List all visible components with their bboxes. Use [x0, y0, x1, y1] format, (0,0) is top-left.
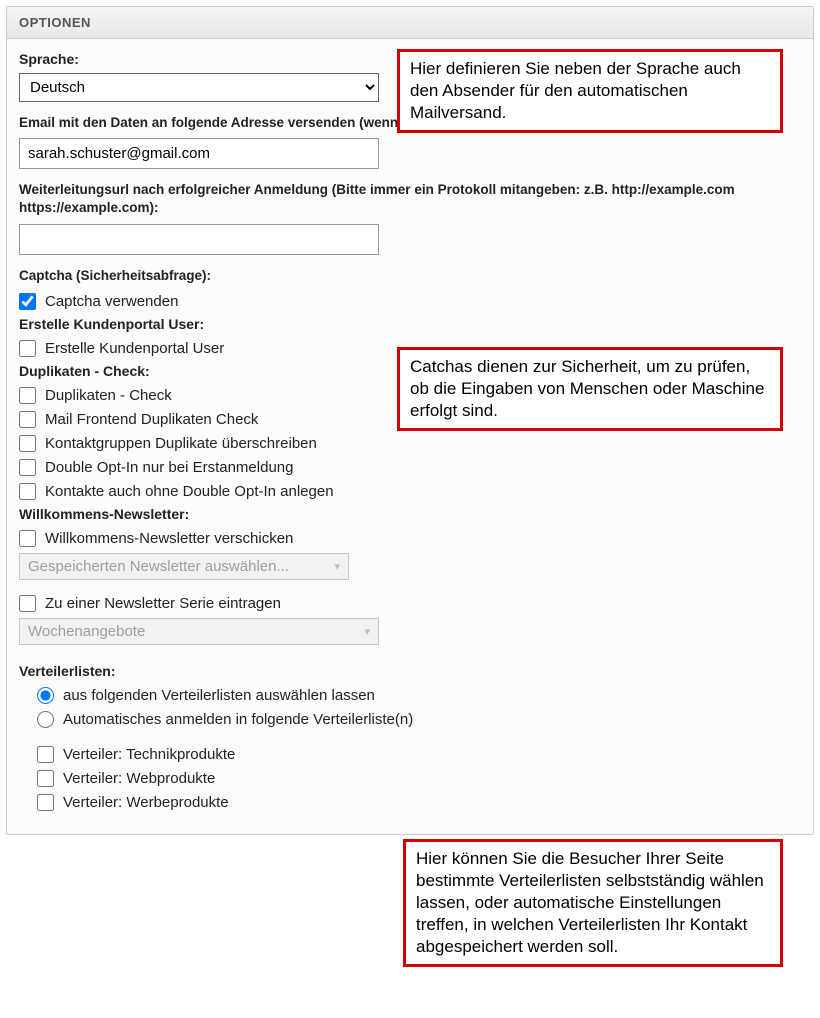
email-forward-input[interactable]: [19, 138, 379, 169]
dup-check-2-label: Kontaktgruppen Duplikate überschreiben: [45, 435, 317, 452]
newsletter-series-label: Zu einer Newsletter Serie eintragen: [45, 595, 281, 612]
redirect-url-input[interactable]: [19, 224, 379, 255]
redirect-url-label: Weiterleitungsurl nach erfolgreicher Anm…: [19, 181, 801, 217]
captcha-heading: Captcha (Sicherheitsabfrage):: [19, 267, 801, 285]
dist-lists-heading: Verteilerlisten:: [19, 663, 801, 679]
panel-title: OPTIONEN: [7, 7, 813, 39]
captcha-use-checkbox[interactable]: [19, 293, 36, 310]
saved-newsletter-select[interactable]: Gespeicherten Newsletter auswählen... ▾: [19, 553, 349, 580]
dist-mode-choose-radio[interactable]: [37, 687, 54, 704]
dup-check-4-label: Kontakte auch ohne Double Opt-In anlegen: [45, 483, 334, 500]
dist-list-2-checkbox[interactable]: [37, 794, 54, 811]
dup-check-0-checkbox[interactable]: [19, 387, 36, 404]
dist-mode-auto-radio[interactable]: [37, 711, 54, 728]
newsletter-series-checkbox[interactable]: [19, 595, 36, 612]
chevron-down-icon: ▾: [364, 625, 370, 638]
dup-check-4-checkbox[interactable]: [19, 483, 36, 500]
callout-captcha: Catchas dienen zur Sicherheit, um zu prü…: [397, 347, 783, 431]
language-select[interactable]: Deutsch: [19, 73, 379, 102]
newsletter-series-select[interactable]: Wochenangebote ▾: [19, 618, 379, 645]
welcome-newsletter-heading: Willkommens-Newsletter:: [19, 506, 801, 522]
dup-check-2-checkbox[interactable]: [19, 435, 36, 452]
panel-body: Hier definieren Sie neben der Sprache au…: [7, 39, 813, 834]
dup-check-3-checkbox[interactable]: [19, 459, 36, 476]
portal-user-create-checkbox[interactable]: [19, 340, 36, 357]
dist-list-1-label: Verteiler: Webprodukte: [63, 770, 215, 787]
dup-check-3-label: Double Opt-In nur bei Erstanmeldung: [45, 459, 293, 476]
welcome-send-checkbox[interactable]: [19, 530, 36, 547]
portal-user-create-label: Erstelle Kundenportal User: [45, 340, 224, 357]
chevron-down-icon: ▾: [334, 560, 340, 573]
dist-mode-choose-label: aus folgenden Verteilerlisten auswählen …: [63, 687, 375, 704]
dist-mode-auto-label: Automatisches anmelden in folgende Verte…: [63, 711, 413, 728]
dist-list-0-label: Verteiler: Technikprodukte: [63, 746, 235, 763]
dist-list-1-checkbox[interactable]: [37, 770, 54, 787]
welcome-send-label: Willkommens-Newsletter verschicken: [45, 530, 293, 547]
captcha-use-label: Captcha verwenden: [45, 293, 178, 310]
options-panel: OPTIONEN Hier definieren Sie neben der S…: [6, 6, 814, 835]
callout-language: Hier definieren Sie neben der Sprache au…: [397, 49, 783, 133]
portal-user-heading: Erstelle Kundenportal User:: [19, 316, 801, 332]
dist-list-2-label: Verteiler: Werbeprodukte: [63, 794, 229, 811]
callout-dist-lists: Hier können Sie die Besucher Ihrer Seite…: [403, 839, 783, 967]
dup-check-1-checkbox[interactable]: [19, 411, 36, 428]
dup-check-0-label: Duplikaten - Check: [45, 387, 172, 404]
newsletter-series-value: Wochenangebote: [28, 623, 145, 640]
dist-list-0-checkbox[interactable]: [37, 746, 54, 763]
dup-check-1-label: Mail Frontend Duplikaten Check: [45, 411, 258, 428]
saved-newsletter-value: Gespeicherten Newsletter auswählen...: [28, 558, 289, 575]
